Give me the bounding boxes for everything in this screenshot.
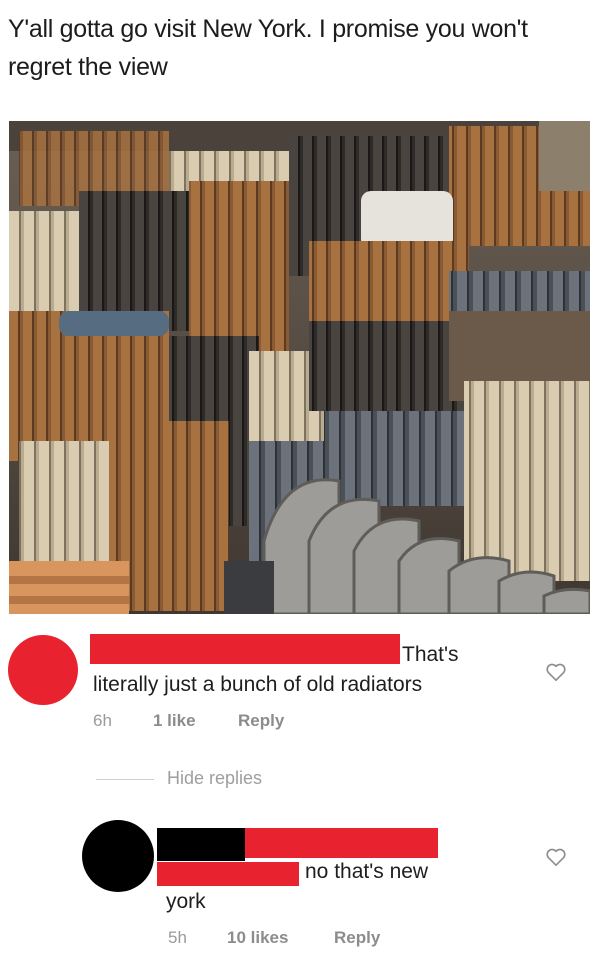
redacted-text bbox=[245, 828, 438, 858]
replies-divider bbox=[96, 779, 154, 780]
heart-outline-icon[interactable] bbox=[545, 662, 567, 682]
avatar[interactable] bbox=[8, 635, 78, 705]
comment-timestamp: 6h bbox=[93, 711, 112, 730]
comment-text-line2: york bbox=[166, 890, 206, 913]
like-count-button[interactable]: 10 likes bbox=[227, 928, 288, 948]
like-count-button[interactable]: 1 like bbox=[153, 711, 196, 731]
comment-1: That's literally just a bunch of old rad… bbox=[0, 630, 594, 740]
redacted-text bbox=[157, 862, 299, 886]
comment-text-line1: no that's new bbox=[305, 860, 429, 883]
reply-button[interactable]: Reply bbox=[334, 928, 380, 948]
post-caption: Y'all gotta go visit New York. I promise… bbox=[8, 15, 528, 81]
avatar[interactable] bbox=[82, 820, 154, 892]
redacted-username bbox=[90, 634, 400, 664]
comment-text-line2: literally just a bunch of old radiators bbox=[93, 673, 423, 696]
comment-text-line1: That's bbox=[402, 643, 459, 666]
radiators-photo bbox=[9, 121, 590, 614]
redacted-username bbox=[157, 828, 245, 861]
comment-2: no that's new york 5h 10 likes Reply bbox=[0, 818, 594, 960]
reply-button[interactable]: Reply bbox=[238, 711, 284, 731]
post-photo bbox=[9, 121, 590, 614]
comment-timestamp: 5h bbox=[168, 928, 187, 947]
heart-outline-icon[interactable] bbox=[545, 847, 567, 867]
hide-replies-button[interactable]: Hide replies bbox=[167, 768, 262, 789]
